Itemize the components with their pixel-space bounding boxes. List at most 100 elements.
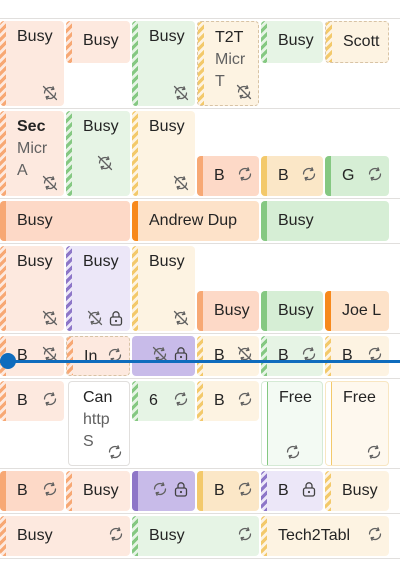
event-busy-truncated[interactable]: B xyxy=(197,156,259,196)
event-title: Joe L xyxy=(342,302,382,319)
event-color-bar xyxy=(325,156,331,196)
event-busy[interactable]: Busy xyxy=(0,201,130,241)
event-title: Busy xyxy=(214,302,250,319)
event-busy[interactable]: Busy xyxy=(325,471,389,511)
grid-line xyxy=(0,333,400,334)
event-title: Busy xyxy=(17,212,53,229)
event-color-bar xyxy=(325,336,331,376)
sync-icon xyxy=(109,527,123,541)
event-busy-truncated[interactable]: B xyxy=(261,336,323,376)
event-t2t[interactable]: T2T Micr T xyxy=(197,21,259,106)
event-busy[interactable]: Busy xyxy=(261,291,323,331)
event-busy-truncated[interactable]: B xyxy=(197,381,259,421)
event-title: Busy xyxy=(149,527,185,544)
event-title: B xyxy=(17,347,28,364)
event-title: In xyxy=(84,348,98,365)
lock-icon xyxy=(109,311,123,326)
event-title: B xyxy=(214,482,225,499)
event-g[interactable]: G xyxy=(325,156,389,196)
event-busy-private[interactable]: Busy xyxy=(66,246,130,331)
lock-icon xyxy=(302,482,316,497)
event-color-bar xyxy=(197,381,203,421)
event-title: Busy xyxy=(278,212,314,229)
grid-line xyxy=(0,108,400,109)
sync-disabled-icon xyxy=(42,85,58,101)
event-color-bar xyxy=(67,337,73,375)
event-color-bar xyxy=(66,21,72,63)
event-color-bar xyxy=(261,471,267,511)
event-busy[interactable]: Busy xyxy=(66,111,130,196)
event-scott[interactable]: Scott xyxy=(325,21,389,63)
event-color-bar xyxy=(261,201,267,241)
sync-icon xyxy=(368,527,382,541)
event-color-bar xyxy=(262,382,268,465)
event-busy-truncated[interactable]: B xyxy=(0,381,64,421)
event-busy[interactable]: Busy xyxy=(197,291,259,331)
event-color-bar xyxy=(0,471,6,511)
event-busy-truncated[interactable]: B xyxy=(197,471,259,511)
event-busy[interactable]: Busy xyxy=(0,246,64,331)
event-title: Busy xyxy=(83,482,119,499)
event-busy-truncated[interactable]: B xyxy=(261,156,323,196)
event-title: Busy xyxy=(149,28,185,45)
event-color-bar xyxy=(261,156,267,196)
event-busy[interactable]: Busy xyxy=(66,471,130,511)
event-title: B xyxy=(17,392,28,409)
event-title: Busy xyxy=(83,32,119,49)
event-sec[interactable]: Sec Micr A xyxy=(0,111,64,196)
event-busy[interactable]: Busy xyxy=(261,21,323,63)
current-time-line xyxy=(0,360,400,363)
event-location: http xyxy=(83,411,110,428)
event-color-bar xyxy=(132,336,138,376)
lock-icon xyxy=(174,482,188,497)
event-busy[interactable]: Busy xyxy=(0,21,64,106)
event-color-bar xyxy=(261,336,267,376)
event-busy[interactable]: Busy xyxy=(132,516,259,556)
event-color-bar xyxy=(198,22,204,105)
event-tech2[interactable]: Tech2Tabl xyxy=(261,516,389,556)
sync-icon xyxy=(238,482,252,496)
event-color-bar xyxy=(66,111,72,196)
event-busy-truncated[interactable]: B xyxy=(0,471,64,511)
sync-disabled-icon xyxy=(42,310,58,326)
event-sixty[interactable]: 6 xyxy=(132,381,195,421)
event-title: Busy xyxy=(278,32,314,49)
sync-icon xyxy=(238,527,252,541)
event-title: G xyxy=(342,167,355,184)
event-andrew[interactable]: Andrew Dup xyxy=(132,201,259,241)
event-title: B xyxy=(342,347,353,364)
event-color-bar xyxy=(326,22,332,62)
event-can[interactable]: Can http S xyxy=(68,381,130,466)
event-title: Busy xyxy=(342,482,378,499)
event-busy[interactable]: Busy xyxy=(261,201,389,241)
event-title: Busy xyxy=(83,253,119,270)
event-busy[interactable]: Busy xyxy=(132,111,195,196)
event-title: Busy xyxy=(17,527,53,544)
event-title: Busy xyxy=(17,28,53,45)
event-busy[interactable]: Busy xyxy=(66,21,130,63)
event-color-bar xyxy=(132,516,138,556)
sync-icon xyxy=(367,445,381,459)
event-free[interactable]: Free xyxy=(325,381,389,466)
event-color-bar xyxy=(66,471,72,511)
sync-icon xyxy=(43,482,57,496)
sync-disabled-icon xyxy=(173,85,189,101)
event-color-bar xyxy=(132,381,138,421)
event-private[interactable] xyxy=(132,471,195,511)
event-in[interactable]: In xyxy=(66,336,130,376)
event-busy[interactable]: Busy xyxy=(0,516,130,556)
event-color-bar xyxy=(132,246,138,331)
event-busy-truncated[interactable]: B xyxy=(325,336,389,376)
event-busy-truncated[interactable]: B xyxy=(197,336,259,376)
event-title: B xyxy=(214,167,225,184)
event-color-bar xyxy=(132,201,138,241)
event-busy[interactable]: Busy xyxy=(132,246,195,331)
event-busy[interactable]: Busy xyxy=(132,21,195,106)
event-color-bar xyxy=(261,516,267,556)
event-free[interactable]: Free xyxy=(261,381,323,466)
event-private[interactable] xyxy=(132,336,195,376)
event-busy-private[interactable]: B xyxy=(261,471,323,511)
sync-disabled-icon xyxy=(236,84,252,100)
event-joe[interactable]: Joe L xyxy=(325,291,389,331)
grid-line xyxy=(0,378,400,379)
